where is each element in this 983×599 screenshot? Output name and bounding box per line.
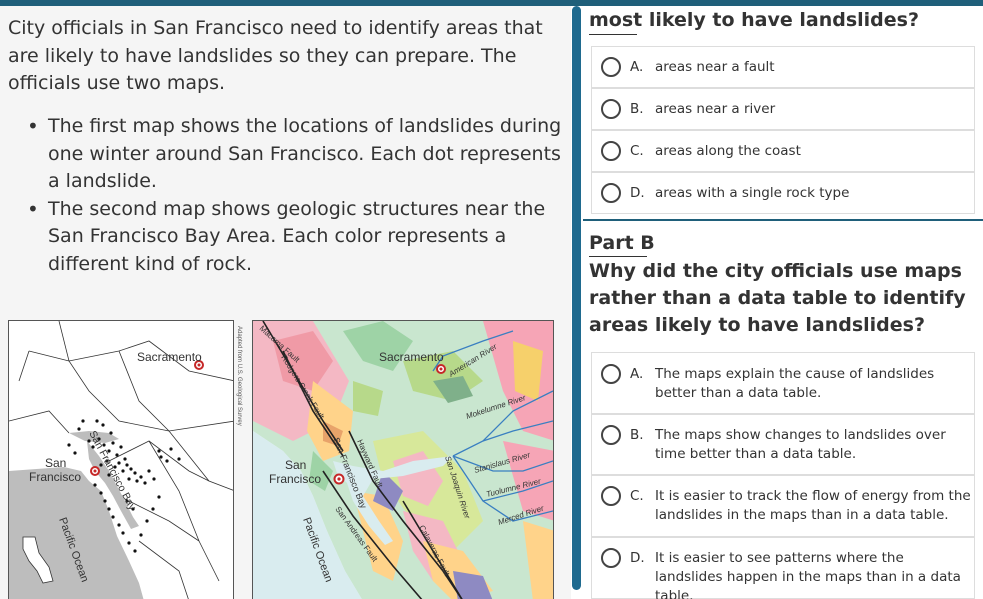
choice-letter: B.: [630, 427, 644, 443]
choice-text: areas near a river: [655, 101, 776, 117]
radio-icon[interactable]: [601, 183, 621, 203]
choice-letter: C.: [630, 143, 644, 159]
choice-letter: C.: [630, 488, 644, 504]
choice-text: It is easier to see patterns where the l…: [655, 550, 961, 599]
part-b-choice-d[interactable]: D. It is easier to see patterns where th…: [591, 537, 975, 599]
passage-bullet: The second map shows geologic structures…: [27, 196, 570, 279]
radio-icon[interactable]: [601, 486, 621, 506]
map1-label-san: San: [45, 456, 66, 470]
map2-label-francisco: Francisco: [269, 472, 321, 486]
passage-pane: City officials in San Francisco need to …: [0, 6, 571, 599]
choice-text: areas with a single rock type: [655, 185, 850, 201]
part-b-question-line: rather than a data table to identify: [589, 287, 966, 309]
passage-bullet-list: The first map shows the locations of lan…: [27, 113, 570, 279]
landslide-map: Sacramento San Francisco San Francisco B…: [8, 320, 234, 599]
choice-text: The maps show changes to landslides over…: [655, 427, 946, 462]
radio-icon[interactable]: [601, 57, 621, 77]
passage-intro: City officials in San Francisco need to …: [8, 17, 543, 94]
part-b-choice-c[interactable]: C. It is easier to track the flow of ene…: [591, 475, 975, 537]
landslide-map-graphic: Sacramento San Francisco San Francisco B…: [9, 321, 233, 599]
part-b-label: Part B: [589, 232, 655, 254]
map1-label-sacramento: Sacramento: [137, 350, 202, 364]
passage-bullet: The first map shows the locations of lan…: [27, 113, 570, 196]
section-divider: [583, 219, 983, 221]
geology-map: Sacramento San Francisco American River …: [252, 320, 554, 599]
map2-label-sacramento: Sacramento: [379, 350, 444, 364]
choice-text: areas near a fault: [655, 59, 775, 75]
choice-letter: A.: [630, 366, 644, 382]
map1-label-francisco: Francisco: [29, 470, 81, 484]
map-credit-text: Adapted from U.S. Geological Survey: [236, 326, 242, 426]
part-a-choice-d[interactable]: D. areas with a single rock type: [591, 172, 975, 214]
radio-icon[interactable]: [601, 425, 621, 445]
part-b-question-line: areas likely to have landslides?: [589, 314, 925, 336]
part-a-question-tail: most likely to have landslides?: [589, 9, 920, 31]
choice-text: The maps explain the cause of landslides…: [655, 366, 935, 401]
part-a-choice-a[interactable]: A. areas near a fault: [591, 46, 975, 88]
choice-text: It is easier to track the flow of energy…: [655, 488, 971, 523]
map2-label-san: San: [285, 458, 306, 472]
map-credit: Adapted from U.S. Geological Survey: [236, 326, 242, 426]
choice-letter: B.: [630, 101, 644, 117]
part-b-question-line: Why did the city officials use maps: [589, 260, 962, 282]
choice-letter: D.: [630, 185, 645, 201]
geology-map-graphic: Sacramento San Francisco American River …: [253, 321, 553, 599]
part-a-underline: [589, 34, 637, 35]
radio-icon[interactable]: [601, 548, 621, 568]
choice-text: areas along the coast: [655, 143, 801, 159]
part-a-choice-b[interactable]: B. areas near a river: [591, 88, 975, 130]
choice-letter: A.: [630, 59, 644, 75]
part-b-choice-a[interactable]: A. The maps explain the cause of landsli…: [591, 352, 975, 414]
part-a-choice-c[interactable]: C. areas along the coast: [591, 130, 975, 172]
part-b-choice-b[interactable]: B. The maps show changes to landslides o…: [591, 414, 975, 475]
left-pane-scrollbar[interactable]: [572, 6, 581, 590]
part-b-underline: [589, 256, 647, 257]
radio-icon[interactable]: [601, 141, 621, 161]
radio-icon[interactable]: [601, 364, 621, 384]
choice-letter: D.: [630, 550, 645, 566]
question-pane: most likely to have landslides? A. areas…: [583, 6, 983, 599]
radio-icon[interactable]: [601, 99, 621, 119]
